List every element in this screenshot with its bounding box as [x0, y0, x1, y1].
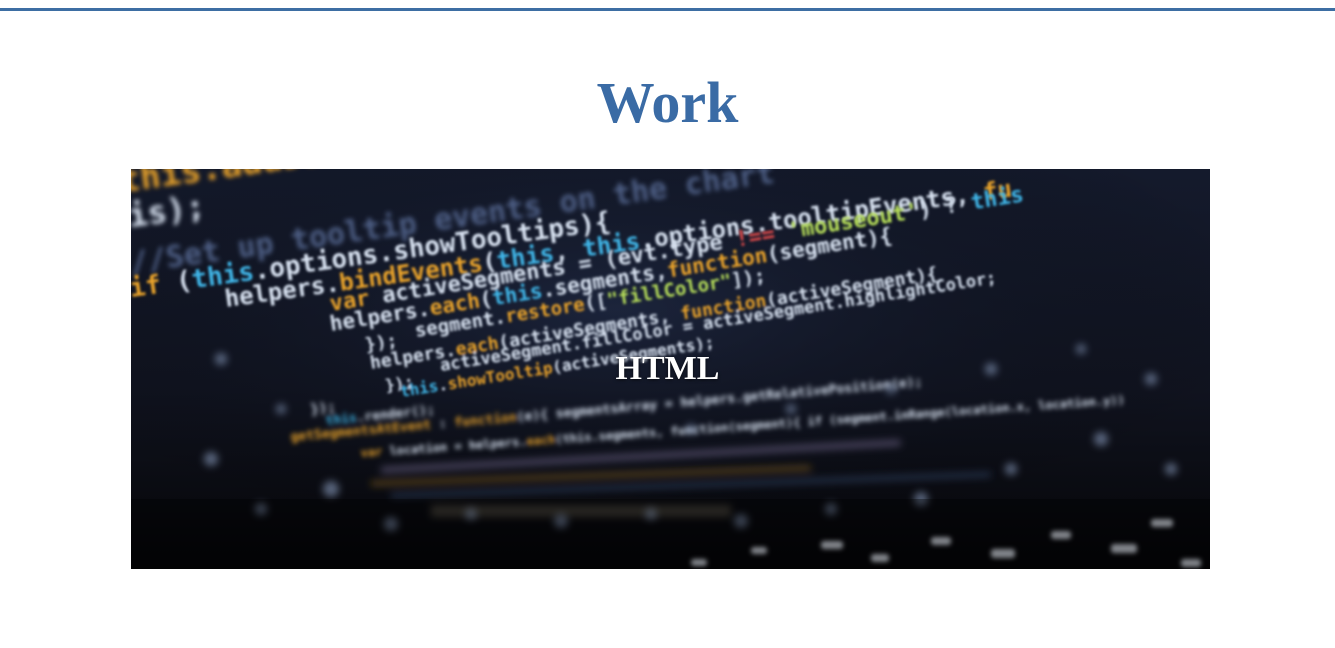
page-title: Work	[596, 70, 739, 135]
work-card-caption: HTML	[615, 350, 720, 387]
top-divider	[0, 8, 1335, 11]
